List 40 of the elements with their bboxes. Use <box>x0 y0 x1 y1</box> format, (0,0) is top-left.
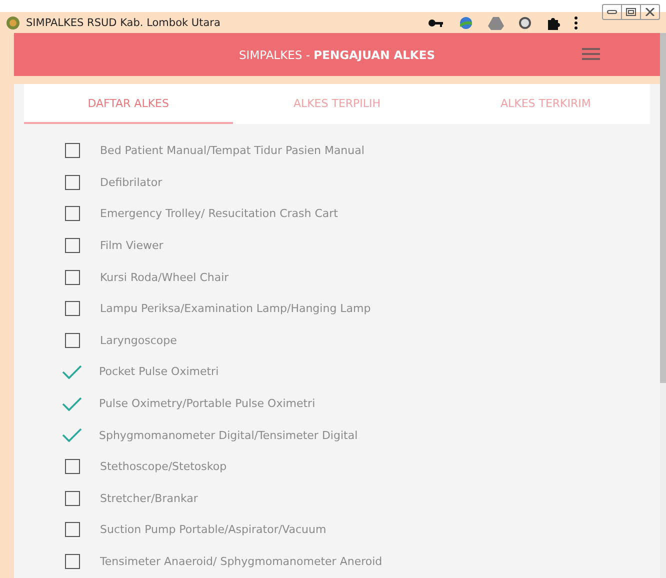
checkbox[interactable] <box>65 143 80 158</box>
item-label: Film Viewer <box>100 239 164 252</box>
checkbox[interactable] <box>65 490 80 506</box>
item-label: Bed Patient Manual/Tempat Tidur Pasien Manual <box>100 144 364 158</box>
checkmark-icon[interactable] <box>62 364 82 379</box>
checkbox[interactable] <box>65 459 80 474</box>
key-icon[interactable] <box>428 18 444 28</box>
checkmark-icon[interactable] <box>62 428 82 442</box>
item-label: Pocket Pulse Oximetri <box>99 365 219 378</box>
item-label: Tensimeter Anaeroid/ Sphygmomanometer Aneroid <box>100 555 382 568</box>
circle-icon[interactable] <box>518 16 532 30</box>
globe-icon[interactable] <box>458 16 474 30</box>
window-title: SIMPALKES RSUD Kab. Lombok Utara <box>26 16 222 28</box>
header-title: SIMPALKES - PENGAJUAN ALKES <box>239 48 435 62</box>
item-label: Sphygmomanometer Digital/Tensimeter Digital <box>99 428 358 442</box>
maximize-icon <box>626 8 636 16</box>
item-label: Pulse Oximetry/Portable Pulse Oximetri <box>99 397 316 410</box>
item-label: Stethoscope/Stetoskop <box>100 460 227 474</box>
item-label: Laryngoscope <box>100 334 177 347</box>
puzzle-icon[interactable] <box>546 16 560 30</box>
item-label: Stretcher/Brankar <box>100 492 198 505</box>
more-icon[interactable] <box>574 16 578 30</box>
item-label: Suction Pump Portable/Aspirator/Vacuum <box>100 523 326 536</box>
app-logo-icon <box>6 16 20 30</box>
item-label: Defibrilator <box>100 176 162 189</box>
close-icon <box>645 8 655 16</box>
checkbox[interactable] <box>65 301 80 316</box>
checkbox[interactable] <box>65 238 80 254</box>
item-label: Lampu Periksa/Examination Lamp/Hanging Lamp <box>100 302 371 316</box>
item-label: Kursi Roda/Wheel Chair <box>100 270 229 284</box>
item-label: Emergency Trolley/ Resucitation Crash Cart <box>100 207 338 220</box>
checkbox[interactable] <box>65 522 80 538</box>
checkbox[interactable] <box>65 554 80 570</box>
checkmark-icon[interactable] <box>62 396 82 411</box>
checkbox[interactable] <box>65 174 80 190</box>
minimize-icon <box>607 9 617 15</box>
checkbox[interactable] <box>65 206 80 222</box>
checkbox[interactable] <box>65 270 80 285</box>
scrollbar-thumb[interactable] <box>660 33 666 383</box>
checkbox[interactable] <box>65 332 80 348</box>
